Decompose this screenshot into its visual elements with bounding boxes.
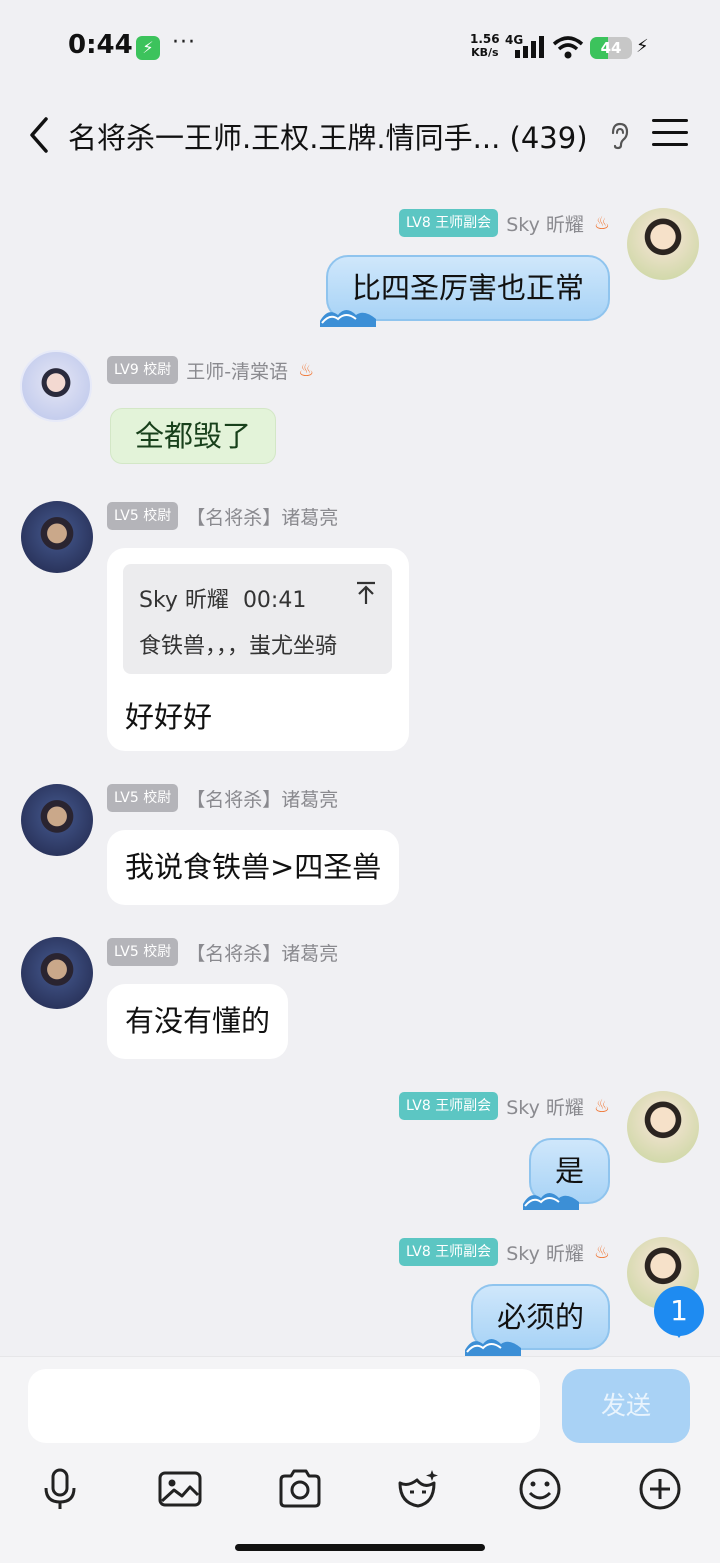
message-text: 有没有懂的: [125, 1004, 271, 1038]
quoted-message[interactable]: Sky 昕耀 00:41 食铁兽，，，蚩尤坐骑: [123, 564, 392, 674]
avatar[interactable]: [627, 208, 699, 280]
network-speed: 1.56 KB/s: [470, 32, 500, 60]
send-button[interactable]: 发送: [562, 1369, 690, 1443]
avatar[interactable]: [21, 937, 93, 1009]
avatar[interactable]: [627, 1091, 699, 1163]
wifi-icon: [552, 36, 584, 59]
flame-icon: ♨: [593, 1241, 610, 1263]
message-text: 好好好: [125, 700, 213, 734]
message-text: 全都毁了: [135, 419, 252, 453]
message-bubble[interactable]: 我说食铁兽>四圣兽: [107, 830, 400, 905]
battery-level: 44: [600, 39, 622, 57]
flame-icon: ♨: [593, 1095, 610, 1117]
message-bubble[interactable]: 有没有懂的: [107, 984, 289, 1059]
quote-header: Sky 昕耀 00:41: [139, 588, 307, 613]
level-badge: LV5 校尉: [107, 502, 179, 530]
ear-icon[interactable]: [606, 121, 634, 151]
message-bubble[interactable]: Sky 昕耀 00:41 食铁兽，，，蚩尤坐骑 好好好: [107, 548, 409, 751]
level-badge: LV8 王师副会: [398, 209, 499, 237]
signal-icon: [515, 36, 544, 58]
sender-name[interactable]: 王师-清棠语: [186, 357, 288, 384]
plus-icon[interactable]: [636, 1465, 684, 1513]
level-badge: LV9 校尉: [107, 356, 179, 384]
sender-name[interactable]: 【名将杀】诸葛亮: [186, 785, 338, 812]
flame-icon: ♨: [298, 359, 315, 381]
home-indicator[interactable]: [235, 1544, 485, 1551]
message-meta: LV8 王师副会 Sky 昕耀 ♨: [398, 1091, 610, 1121]
flame-icon: ♨: [593, 212, 610, 234]
level-badge: LV8 王师副会: [398, 1092, 499, 1120]
message-text: 我说食铁兽>四圣兽: [125, 850, 382, 884]
message-meta: LV5 校尉 【名将杀】诸葛亮: [107, 783, 338, 813]
sticker-icon[interactable]: [394, 1465, 442, 1513]
jump-to-quote-icon[interactable]: [351, 578, 381, 608]
emoji-icon[interactable]: [516, 1465, 564, 1513]
sender-name[interactable]: 【名将杀】诸葛亮: [186, 503, 338, 530]
more-notifications-icon: ···: [172, 30, 196, 55]
menu-button[interactable]: [652, 119, 688, 149]
message-meta: LV5 校尉 【名将杀】诸葛亮: [107, 937, 338, 967]
sender-name[interactable]: Sky 昕耀: [506, 210, 584, 237]
message-input[interactable]: [28, 1369, 540, 1443]
charging-app-icon: ⚡: [136, 36, 160, 60]
input-area: 发送: [0, 1356, 720, 1563]
charging-bolt-icon: ⚡: [636, 36, 649, 57]
wave-decoration-icon: [319, 310, 376, 327]
back-button[interactable]: [20, 113, 60, 157]
menu-line: [652, 119, 688, 122]
camera-icon[interactable]: [276, 1465, 324, 1513]
sender-name[interactable]: Sky 昕耀: [506, 1093, 584, 1120]
message-text: 比四圣厉害也正常: [351, 271, 584, 305]
sender-name[interactable]: 【名将杀】诸葛亮: [186, 939, 338, 966]
message-text: 是: [554, 1154, 584, 1188]
status-bar: 0:44 ⚡ ··· 1.56 KB/s 4G 44 ⚡: [0, 0, 720, 95]
level-badge: LV5 校尉: [107, 938, 179, 966]
message-bubble[interactable]: 必须的: [464, 1284, 610, 1356]
message-meta: LV8 王师副会 Sky 昕耀 ♨: [398, 1237, 610, 1267]
level-badge: LV8 王师副会: [398, 1238, 499, 1266]
avatar[interactable]: [20, 350, 92, 422]
message-text: 必须的: [496, 1300, 584, 1334]
message-meta: LV8 王师副会 Sky 昕耀 ♨: [398, 208, 610, 238]
message-bubble[interactable]: 比四圣厉害也正常: [319, 255, 610, 327]
wave-decoration-icon: [522, 1193, 579, 1210]
avatar[interactable]: [21, 501, 93, 573]
message-bubble[interactable]: 是: [522, 1138, 610, 1210]
image-icon[interactable]: [156, 1465, 204, 1513]
group-title[interactable]: 名将杀一王师.王权.王牌.情同手... (439): [68, 115, 588, 157]
status-time: 0:44: [68, 30, 133, 60]
wave-decoration-icon: [464, 1339, 521, 1356]
chat-header: 名将杀一王师.王权.王牌.情同手... (439): [0, 95, 720, 175]
avatar[interactable]: [21, 784, 93, 856]
menu-line: [652, 131, 688, 134]
battery-icon: 44: [590, 37, 632, 59]
microphone-icon[interactable]: [36, 1465, 84, 1513]
quote-text: 食铁兽，，，蚩尤坐骑: [139, 634, 338, 659]
message-meta: LV5 校尉 【名将杀】诸葛亮: [107, 501, 338, 531]
message-meta: LV9 校尉 王师-清棠语 ♨: [107, 355, 314, 385]
menu-line: [652, 143, 688, 146]
message-bubble[interactable]: 全都毁了: [110, 408, 277, 464]
sender-name[interactable]: Sky 昕耀: [506, 1239, 584, 1266]
level-badge: LV5 校尉: [107, 784, 179, 812]
